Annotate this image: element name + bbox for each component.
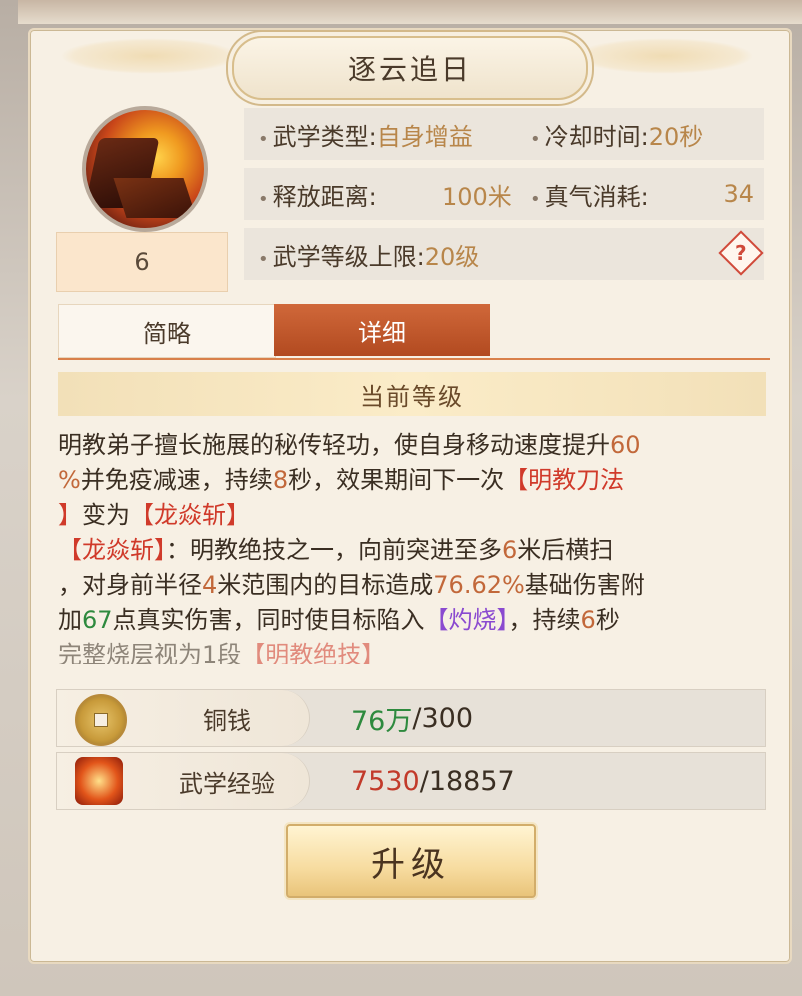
- copper-value: 76万/300: [351, 690, 473, 746]
- desc-line: ，对身前半径4米范围内的目标造成76.62%基础伤害附: [58, 568, 758, 603]
- qi-value: 34: [723, 180, 754, 208]
- desc-status-link: 【灼烧】: [424, 606, 509, 634]
- current-level-title: 当前等级: [360, 382, 464, 411]
- skill-title: 逐云追日: [347, 53, 472, 86]
- skill-level-box: 6: [56, 232, 228, 292]
- desc-line: 】变为【龙焱斩】: [58, 498, 758, 533]
- desc-number: %: [58, 466, 81, 494]
- desc-skill-link: 【龙焱斩】: [130, 501, 250, 529]
- desc-text: 变为: [82, 501, 130, 529]
- bullet-icon: •: [530, 188, 541, 210]
- copper-need: /300: [412, 702, 473, 734]
- top-bar: [18, 0, 802, 24]
- info-row-range: • 释放距离: 100米 • 真气消耗: 34: [244, 168, 764, 220]
- desc-text: 秒: [595, 606, 620, 634]
- desc-text: 点真实伤害，同时使目标陷入: [112, 606, 425, 634]
- help-diamond: ?: [718, 230, 764, 276]
- info-maxlevel: • 武学等级上限:20级: [258, 237, 479, 272]
- info-type: • 武学类型:自身增益: [258, 117, 473, 152]
- desc-number: 6: [502, 536, 518, 564]
- desc-number: 60: [610, 431, 641, 459]
- help-icon[interactable]: ?: [718, 230, 764, 276]
- type-label: 武学类型:: [272, 122, 377, 151]
- skill-level-value: 6: [134, 248, 150, 276]
- skill-fire-rock-icon[interactable]: [82, 106, 208, 232]
- desc-text: 明教弟子擅长施展的秘传轻功，使自身移动速度提升: [58, 431, 610, 459]
- maxlevel-value: 20级: [424, 242, 480, 271]
- desc-text: 基础伤害附: [524, 571, 645, 599]
- copper-coin-icon: [75, 694, 127, 746]
- bullet-icon: •: [258, 188, 269, 210]
- bullet-icon: •: [258, 248, 269, 270]
- exp-label: 武学经验: [179, 769, 275, 798]
- desc-line: %并免疫减速，持续8秒，效果期间下一次【明教刀法: [58, 463, 758, 498]
- exp-need: /18857: [419, 765, 515, 797]
- desc-text: 米范围内的目标造成: [217, 571, 434, 599]
- desc-skill-link: 【龙焱斩】: [58, 536, 166, 564]
- copper-have: 76万: [351, 705, 413, 737]
- desc-line: 完整烧层视为1段【明教绝技】: [58, 638, 758, 664]
- desc-skill-link: 】: [58, 501, 82, 529]
- info-row-maxlevel: • 武学等级上限:20级 ?: [244, 228, 764, 280]
- desc-text: ：明教绝技之一，向前突进至多: [166, 536, 502, 564]
- cost-left-exp: 武学经验: [57, 753, 310, 809]
- desc-skill-link: 【明教刀法: [504, 466, 625, 494]
- tab-simple[interactable]: 简略: [58, 304, 276, 358]
- bullet-icon: •: [530, 128, 541, 150]
- cost-row-copper: 铜钱 76万/300: [56, 689, 766, 747]
- maxlevel-label: 武学等级上限:: [272, 242, 425, 271]
- desc-text: 并免疫减速，持续: [80, 466, 273, 494]
- skill-description[interactable]: 明教弟子擅长施展的秘传轻功，使自身移动速度提升60 %并免疫减速，持续8秒，效果…: [58, 428, 758, 664]
- range-value: 100米: [442, 182, 512, 211]
- info-cooldown: • 冷却时间:20秒: [530, 117, 703, 152]
- help-symbol: ?: [735, 240, 747, 265]
- cooldown-value: 20秒: [648, 122, 704, 151]
- qi-label: 真气消耗:: [544, 182, 649, 211]
- cost-left-copper: 铜钱: [57, 690, 310, 746]
- cooldown-label: 冷却时间:: [544, 122, 649, 151]
- skill-icon-rock-lower: [113, 178, 197, 218]
- cost-row-exp: 武学经验 7530/18857: [56, 752, 766, 810]
- current-level-header: 当前等级: [58, 372, 766, 416]
- tab-detail-label: 详细: [358, 318, 406, 347]
- tab-simple-label: 简略: [143, 319, 191, 348]
- info-range: • 释放距离:: [258, 177, 377, 212]
- desc-text: 完整烧层视为1段: [58, 641, 242, 664]
- desc-number: 8: [272, 466, 289, 494]
- info-row-type: • 武学类型:自身增益 • 冷却时间:20秒: [244, 108, 764, 160]
- cloud-decoration-right: [574, 38, 754, 74]
- detail-tabs: 简略 详细: [58, 304, 770, 360]
- info-qi: • 真气消耗:: [530, 177, 649, 212]
- desc-text: ，持续: [508, 606, 581, 634]
- desc-text: 秒，效果期间下一次: [288, 466, 505, 494]
- bullet-icon: •: [258, 128, 269, 150]
- exp-have: 7530: [351, 765, 420, 797]
- desc-text: 米后横扫: [517, 536, 614, 564]
- desc-skill-link: 【明教绝技】: [241, 641, 386, 664]
- desc-number: 67: [82, 606, 113, 634]
- cloud-decoration-left: [60, 38, 240, 74]
- desc-number: 4: [202, 571, 218, 599]
- desc-number: 6: [580, 606, 596, 634]
- tab-detail[interactable]: 详细: [274, 304, 490, 356]
- desc-line: 明教弟子擅长施展的秘传轻功，使自身移动速度提升60: [58, 428, 758, 463]
- desc-text: ，对身前半径: [58, 571, 202, 599]
- desc-line: 加67点真实伤害，同时使目标陷入【灼烧】，持续6秒: [58, 603, 758, 638]
- martial-exp-icon: [75, 757, 123, 805]
- exp-value: 7530/18857: [351, 753, 515, 809]
- desc-line: 【龙焱斩】：明教绝技之一，向前突进至多6米后横扫: [58, 533, 758, 568]
- skill-title-plate: 逐云追日: [232, 36, 588, 100]
- upgrade-button-label: 升级: [371, 844, 451, 885]
- range-label: 释放距离:: [272, 182, 377, 211]
- type-value: 自身增益: [376, 122, 473, 151]
- copper-label: 铜钱: [203, 706, 251, 735]
- desc-number: 76.62%: [433, 571, 525, 599]
- desc-text: 加: [58, 606, 82, 634]
- upgrade-button[interactable]: 升级: [286, 824, 536, 898]
